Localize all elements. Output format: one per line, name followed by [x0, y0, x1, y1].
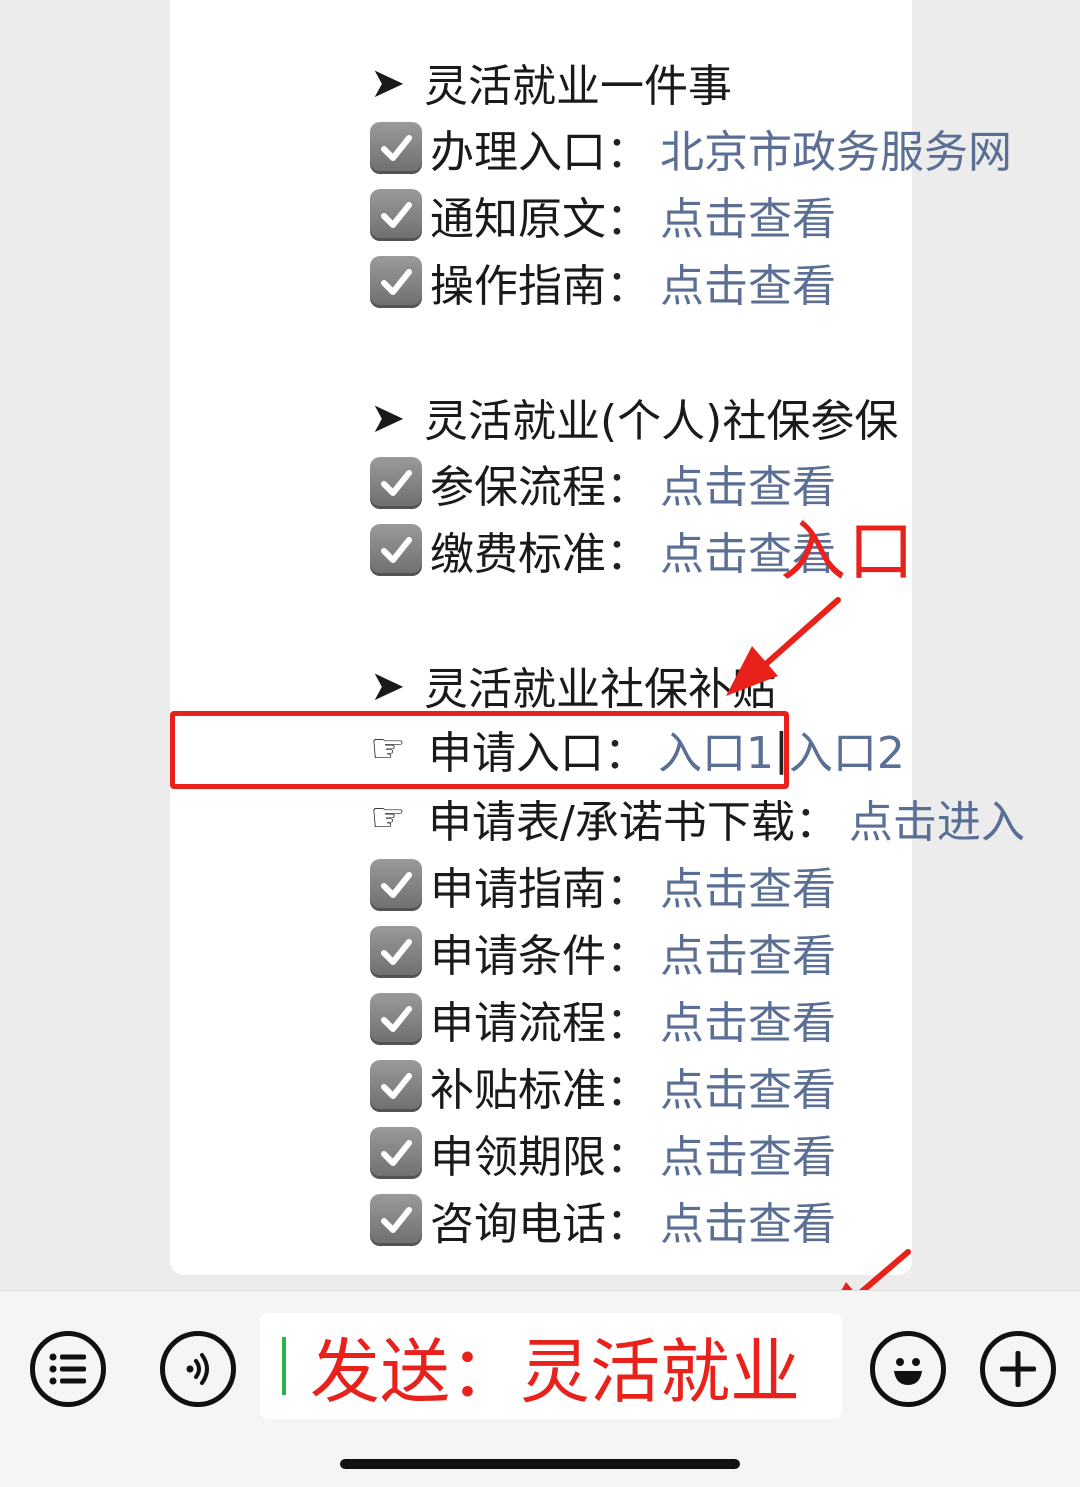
voice-icon: [186, 1353, 209, 1385]
list-menu-icon: [49, 1353, 86, 1385]
annotation-arrows: [726, 597, 911, 1326]
list-menu-button[interactable]: [30, 1331, 106, 1407]
home-indicator: [340, 1459, 740, 1469]
voice-button[interactable]: [160, 1331, 236, 1407]
annotation-arrow-entry: [726, 597, 841, 696]
message-input[interactable]: 发送：灵活就业: [260, 1313, 842, 1419]
input-text: 发送：灵活就业: [310, 1330, 800, 1413]
input-bar: 发送：灵活就业: [0, 1290, 1080, 1487]
text-caret: [282, 1337, 286, 1395]
add-button[interactable]: [980, 1331, 1056, 1407]
plus-icon: [1000, 1351, 1036, 1387]
emoji-button[interactable]: [870, 1331, 946, 1407]
emoji-icon: [894, 1358, 922, 1385]
